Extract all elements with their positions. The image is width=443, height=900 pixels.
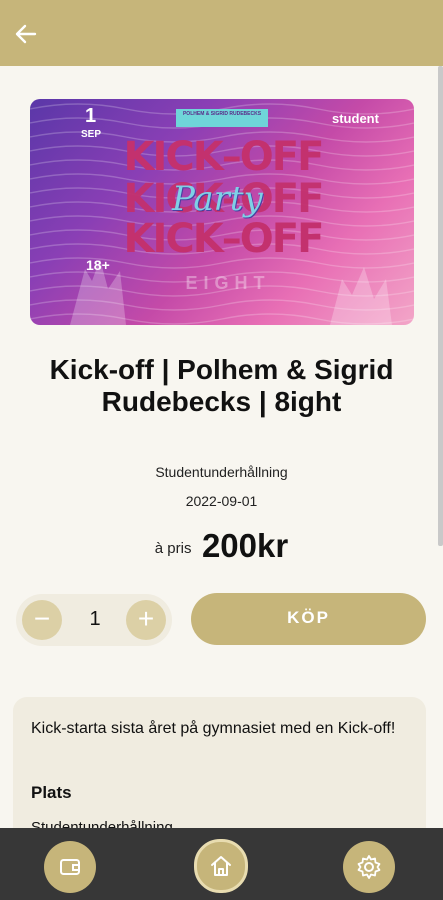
back-button[interactable] xyxy=(10,18,42,50)
event-date: 2022-09-01 xyxy=(185,493,258,509)
location-heading: Plats xyxy=(31,783,72,802)
arrow-left-icon xyxy=(15,24,37,44)
bottom-navigation xyxy=(0,828,443,900)
top-app-bar xyxy=(0,0,443,66)
price-label: à pris xyxy=(154,540,192,557)
banner-line-3: KICK–OFF xyxy=(123,216,325,262)
quantity-value: 1 xyxy=(89,608,101,630)
banner-party-script: Party xyxy=(172,179,263,219)
banner-subline: EIGHT xyxy=(185,273,271,293)
home-icon xyxy=(211,856,231,876)
nav-home-button[interactable] xyxy=(194,839,248,893)
price-value: 200kr xyxy=(201,527,289,564)
banner-month: SEP xyxy=(81,129,102,140)
banner-age: 18+ xyxy=(86,257,110,273)
description-text: Kick-starta sista året på gymnasiet med … xyxy=(31,720,396,737)
quantity-stepper: − 1 + xyxy=(16,594,172,646)
wallet-icon xyxy=(60,859,80,875)
banner-day: 1 xyxy=(85,105,97,127)
banner-line-1: KICK–OFF xyxy=(123,134,325,180)
buy-button[interactable]: KÖP xyxy=(191,593,426,645)
event-category: Studentunderhållning xyxy=(155,464,288,480)
nav-settings-button[interactable] xyxy=(343,841,395,893)
event-banner: 1 SEP POLHEM & SIGRID RUDEBECKS student … xyxy=(30,99,414,325)
increase-quantity-button[interactable]: + xyxy=(126,600,166,640)
nav-wallet-button[interactable] xyxy=(44,841,96,893)
banner-brand: student xyxy=(332,111,379,126)
banner-tag: POLHEM & SIGRID RUDEBECKS xyxy=(176,109,268,127)
gear-icon xyxy=(357,855,381,879)
event-title: Kick-off | Polhem & Sigrid Rudebecks | 8… xyxy=(49,354,394,417)
price-row: à pris 200kr xyxy=(0,527,443,565)
decrease-quantity-button[interactable]: − xyxy=(22,600,62,640)
